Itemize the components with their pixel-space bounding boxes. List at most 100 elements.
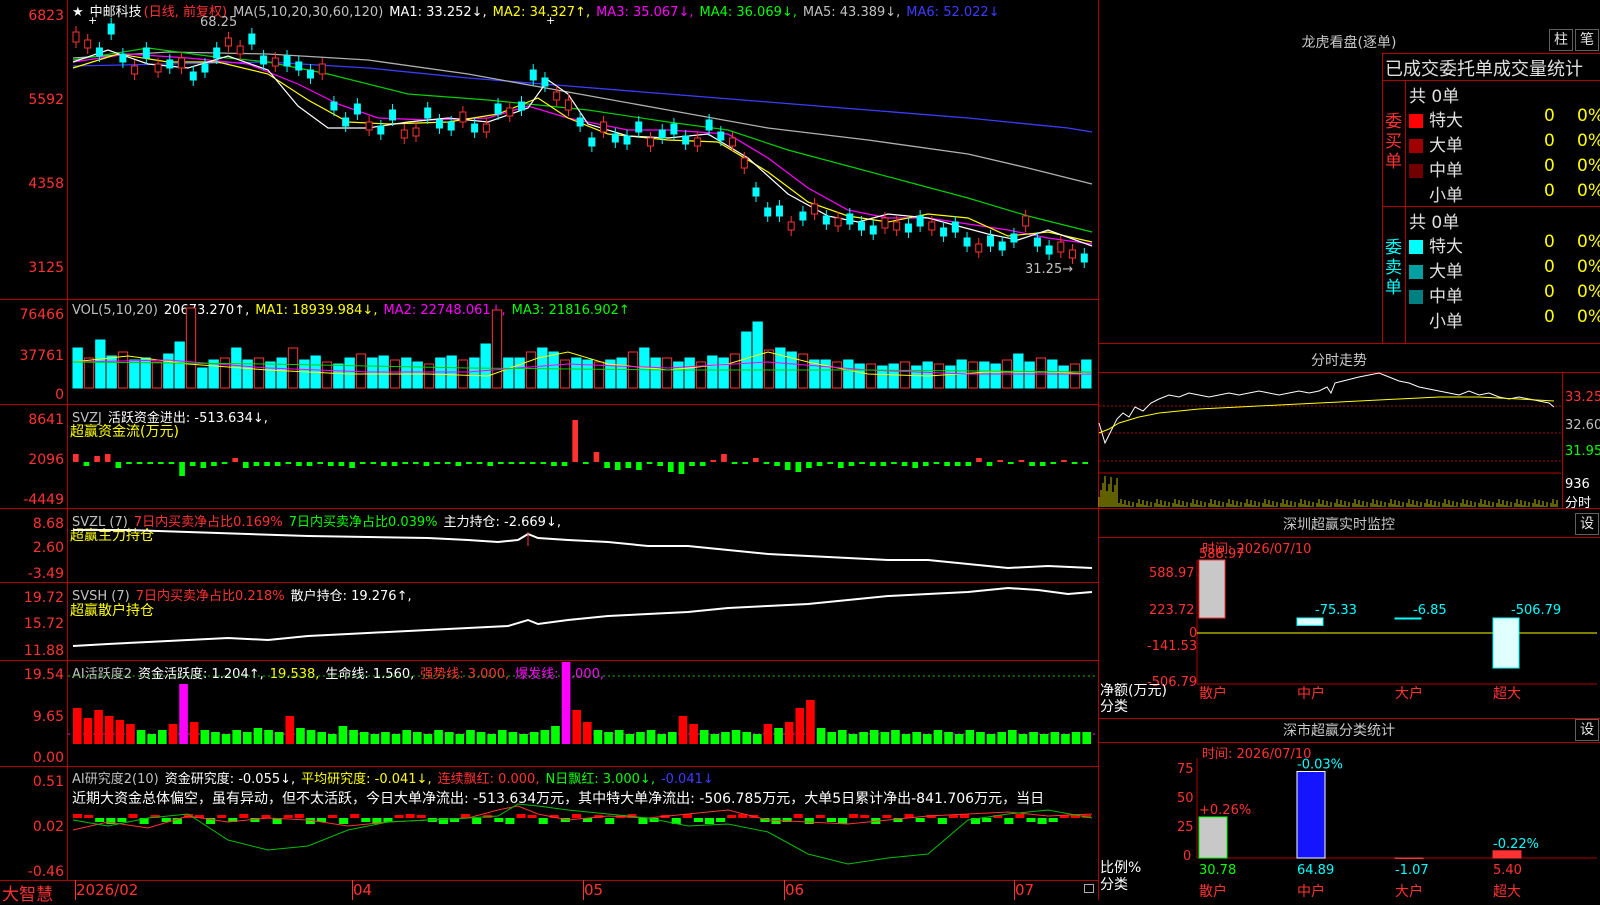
activity-bar: [115, 720, 125, 744]
volume-bar: [797, 353, 809, 389]
candle-body: [623, 135, 631, 145]
color-swatch-icon: [1409, 164, 1423, 178]
flow-bar: [784, 462, 791, 470]
kline-chart[interactable]: + +: [68, 14, 1098, 298]
flow-bar: [774, 462, 780, 466]
activity-bar: [306, 730, 316, 744]
flow-bar: [710, 460, 717, 462]
flow-bar: [795, 462, 802, 472]
tick-mode-button[interactable]: 笔: [1575, 29, 1599, 51]
chart-area[interactable]: 6823 5592 4358 3125 76466 37761 0 8641 2…: [0, 0, 1100, 905]
activity-bar: [83, 718, 93, 744]
ai1-chart[interactable]: [68, 662, 1098, 766]
intraday-chart[interactable]: [1098, 372, 1561, 507]
candle-body: [1069, 249, 1077, 259]
flow-bar: [1008, 462, 1014, 464]
svzj-ytick: 8641: [28, 412, 64, 428]
flow-bar: [508, 462, 515, 464]
volume-bar: [967, 361, 979, 389]
flow-bar: [933, 462, 940, 464]
row-percent: 0%: [1577, 282, 1600, 302]
date-tick: 2026/02: [76, 881, 139, 899]
vol-ma1: MA1: 18939.984↓,: [255, 303, 378, 318]
ai2-chart[interactable]: [68, 770, 1098, 878]
svzj-ytick: 2096: [28, 452, 64, 468]
candle-body: [224, 37, 232, 47]
monitor-bar-label: -75.33: [1315, 603, 1357, 618]
intraday-label[interactable]: 分时: [1565, 492, 1591, 511]
activity-bar: [880, 732, 890, 744]
candle-body: [799, 211, 807, 221]
candle-body: [846, 213, 854, 225]
svzj-chart[interactable]: [68, 406, 1098, 506]
activity-bar: [1061, 734, 1070, 744]
flow-bar: [179, 462, 185, 476]
svzl-ytick: 2.60: [32, 540, 64, 556]
activity-bar: [73, 708, 82, 744]
volume-bar: [979, 361, 990, 389]
activity-bar: [466, 730, 475, 744]
flow-bar: [391, 462, 398, 466]
candle-body: [119, 53, 127, 63]
classify-chart[interactable]: +0.26% 30.78 散户 -0.03% 64.89 中户 -1.07 大户 -0.22% 5…: [1196, 757, 1597, 900]
candle-body: [588, 137, 596, 147]
volume-bar: [333, 363, 344, 389]
research-bar: [1048, 818, 1058, 822]
volume-bar: [151, 361, 163, 389]
sell-row: 小单 0 0%: [1409, 307, 1600, 332]
volume-bar: [185, 307, 197, 389]
candle-body: [1057, 241, 1065, 253]
candle-body: [459, 111, 467, 123]
research-bar: [283, 815, 293, 818]
candle-body: [998, 241, 1006, 251]
monitor-bar: [1394, 617, 1422, 620]
flow-bar: [147, 462, 153, 464]
flow-bar: [869, 462, 876, 466]
ai1-ytick: 9.65: [32, 709, 64, 725]
flow-bar: [126, 462, 132, 464]
flow-bar: [551, 462, 557, 466]
svsh-chart[interactable]: [68, 584, 1098, 660]
research-bar: [704, 818, 715, 824]
research-bar: [727, 815, 737, 818]
activity-bar: [678, 716, 688, 744]
volume-bar: [355, 353, 367, 389]
candle-body: [1022, 215, 1030, 227]
svzl-chart[interactable]: [68, 510, 1098, 580]
candle-body: [775, 205, 783, 217]
svsh-ytick: 11.88: [23, 643, 64, 659]
candle-body: [764, 207, 772, 217]
vol-ytick: 37761: [19, 348, 64, 364]
row-name: 大单: [1429, 262, 1463, 282]
flow-bar: [838, 462, 844, 468]
ai1-ytick: 0.00: [32, 750, 64, 766]
activity-bar: [763, 724, 773, 744]
activity-bar: [923, 734, 932, 744]
svg-text:+: +: [546, 14, 555, 27]
activity-bar: [997, 732, 1006, 744]
activity-bar: [774, 728, 783, 744]
classify-title: 深市超赢分类统计: [1283, 723, 1395, 739]
candle-body: [283, 55, 291, 67]
volume-bar: [253, 357, 265, 389]
candle-body: [471, 123, 479, 133]
flow-bar: [253, 462, 260, 466]
vol-chart[interactable]: [68, 307, 1098, 398]
flow-bar: [381, 462, 387, 466]
activity-bar: [381, 732, 390, 744]
classify-settings-button[interactable]: 设: [1575, 719, 1599, 741]
candle-body: [787, 221, 795, 231]
flow-bar: [636, 462, 642, 470]
intraday-title: 分时走势: [1311, 353, 1367, 369]
row-name: 小单: [1429, 186, 1463, 206]
activity-bar: [232, 730, 241, 744]
flow-bar: [753, 458, 759, 462]
candle-body: [869, 225, 877, 235]
lock-icon[interactable]: [1084, 884, 1094, 893]
column-mode-button[interactable]: 柱: [1549, 29, 1573, 51]
flow-bar: [136, 462, 143, 464]
monitor-chart[interactable]: 588.97 散户 -75.33 中户 -6.85 大户 -506.79 超大: [1196, 547, 1597, 702]
research-bar: [472, 818, 482, 824]
flow-bar: [816, 462, 823, 466]
monitor-settings-button[interactable]: 设: [1575, 513, 1599, 535]
